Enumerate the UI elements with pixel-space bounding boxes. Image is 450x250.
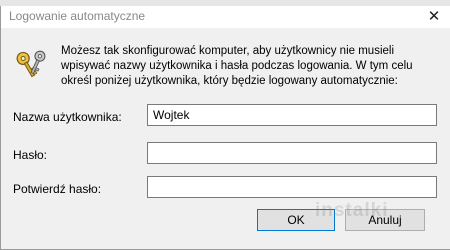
username-input[interactable]	[147, 104, 437, 126]
description-line: określ poniżej użytkownika, który będzie…	[61, 75, 398, 87]
window-title: Logowanie automatyczne	[9, 9, 146, 23]
title-bar[interactable]: Logowanie automatyczne ✕	[1, 6, 450, 28]
auto-login-dialog: Logowanie automatyczne ✕ Możesz tak skon…	[0, 6, 450, 250]
ok-button[interactable]: OK	[257, 209, 335, 231]
confirm-password-input[interactable]	[147, 176, 437, 198]
username-label: Nazwa użytkownika:	[13, 110, 122, 124]
description-text: Możesz tak skonfigurować komputer, aby u…	[61, 44, 441, 89]
description-line: wpisywać nazwy użytkownika i hasła podcz…	[61, 60, 413, 72]
password-input[interactable]	[147, 142, 437, 164]
description-line: Możesz tak skonfigurować komputer, aby u…	[61, 45, 395, 57]
confirm-password-label: Potwierdź hasło:	[13, 182, 102, 196]
close-button[interactable]: ✕	[422, 7, 446, 27]
close-icon: ✕	[427, 8, 441, 25]
password-label: Hasło:	[13, 148, 48, 162]
keys-icon	[16, 50, 46, 78]
cancel-button[interactable]: Anuluj	[345, 209, 425, 231]
